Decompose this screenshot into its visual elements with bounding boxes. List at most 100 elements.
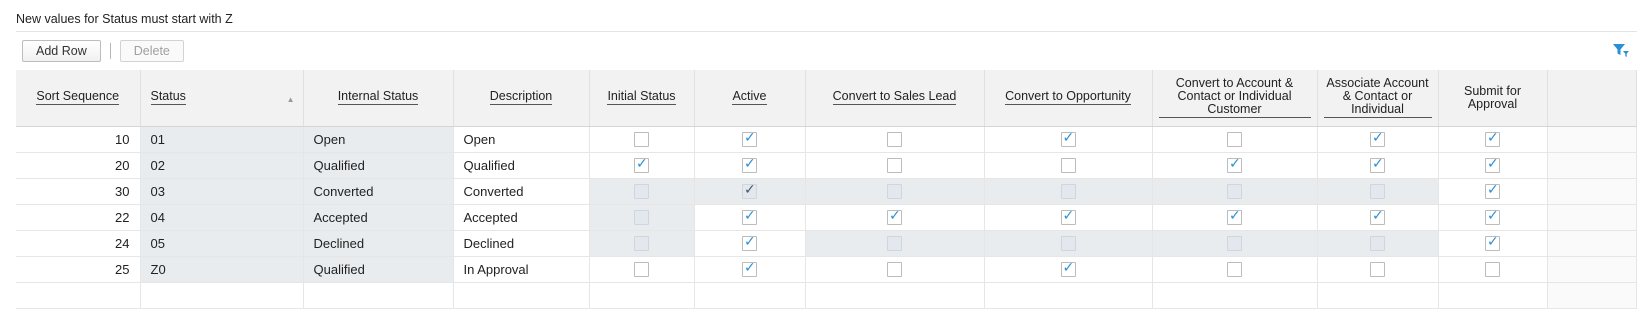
submit-for-approval-checkbox[interactable] bbox=[1485, 208, 1500, 226]
cell-description[interactable]: Declined bbox=[453, 230, 590, 257]
convert-to-account-checkbox[interactable] bbox=[1227, 132, 1242, 148]
active-checkbox[interactable] bbox=[742, 130, 757, 148]
cell-description[interactable]: In Approval bbox=[453, 256, 590, 283]
associate-account-checkbox bbox=[1370, 184, 1385, 200]
cell-description[interactable]: Converted bbox=[453, 178, 590, 205]
cell-internal-status: Qualified bbox=[303, 256, 454, 283]
convert-to-sales-lead-checkbox[interactable] bbox=[887, 158, 902, 174]
cell-convert-to-account bbox=[1152, 126, 1318, 153]
initial-status-checkbox[interactable] bbox=[634, 132, 649, 148]
associate-account-checkbox[interactable] bbox=[1370, 208, 1385, 226]
add-row-button[interactable]: Add Row bbox=[22, 40, 101, 62]
empty-cell[interactable] bbox=[1317, 282, 1439, 309]
col-header-associate-account[interactable]: Associate Account & Contact or Individua… bbox=[1317, 70, 1439, 127]
associate-account-checkbox[interactable] bbox=[1370, 130, 1385, 148]
table-row[interactable]: 24 05 Declined Declined bbox=[16, 230, 1637, 257]
cell-active bbox=[694, 178, 806, 205]
convert-to-sales-lead-checkbox[interactable] bbox=[887, 262, 902, 278]
empty-cell[interactable] bbox=[805, 282, 985, 309]
cell-sort-sequence[interactable]: 20 bbox=[16, 152, 141, 179]
cell-status: 02 bbox=[140, 152, 304, 179]
active-checkbox[interactable] bbox=[742, 234, 757, 252]
col-header-sort-sequence[interactable]: Sort Sequence bbox=[16, 70, 141, 127]
convert-to-account-checkbox[interactable] bbox=[1227, 156, 1242, 174]
table-row[interactable]: 22 04 Accepted Accepted bbox=[16, 204, 1637, 231]
empty-cell[interactable] bbox=[984, 282, 1153, 309]
col-header-active[interactable]: Active bbox=[694, 70, 806, 127]
scrollbar-gutter bbox=[1547, 178, 1637, 205]
active-checkbox[interactable] bbox=[742, 156, 757, 174]
empty-entry-row[interactable] bbox=[16, 282, 1637, 309]
empty-cell[interactable] bbox=[589, 282, 695, 309]
table-row[interactable]: 10 01 Open Open bbox=[16, 126, 1637, 153]
table-row[interactable]: 20 02 Qualified Qualified bbox=[16, 152, 1637, 179]
filter-icon[interactable] bbox=[1612, 42, 1630, 58]
col-header-initial-status[interactable]: Initial Status bbox=[589, 70, 695, 127]
cell-convert-to-opportunity bbox=[984, 152, 1153, 179]
initial-status-checkbox bbox=[634, 210, 649, 226]
submit-for-approval-checkbox[interactable] bbox=[1485, 130, 1500, 148]
col-header-description[interactable]: Description bbox=[453, 70, 590, 127]
convert-to-sales-lead-checkbox bbox=[887, 184, 902, 200]
submit-for-approval-checkbox[interactable] bbox=[1485, 234, 1500, 252]
associate-account-checkbox[interactable] bbox=[1370, 156, 1385, 174]
convert-to-opportunity-checkbox[interactable] bbox=[1060, 208, 1076, 226]
empty-cell[interactable] bbox=[453, 282, 590, 309]
cell-submit-for-approval bbox=[1438, 256, 1548, 283]
associate-account-checkbox[interactable] bbox=[1370, 262, 1385, 278]
cell-sort-sequence[interactable]: 30 bbox=[16, 178, 141, 205]
empty-cell[interactable] bbox=[16, 282, 141, 309]
cell-submit-for-approval bbox=[1438, 126, 1548, 153]
cell-sort-sequence[interactable]: 22 bbox=[16, 204, 141, 231]
col-header-internal-status[interactable]: Internal Status bbox=[303, 70, 454, 127]
col-header-submit-for-approval[interactable]: Submit for Approval bbox=[1438, 70, 1548, 127]
empty-cell[interactable] bbox=[694, 282, 806, 309]
cell-initial-status bbox=[589, 256, 695, 283]
convert-to-opportunity-checkbox[interactable] bbox=[1060, 130, 1076, 148]
empty-cell[interactable] bbox=[140, 282, 304, 309]
convert-to-opportunity-checkbox[interactable] bbox=[1060, 158, 1076, 174]
table-row[interactable]: 25 Z0 Qualified In Approval bbox=[16, 256, 1637, 283]
empty-cell[interactable] bbox=[1438, 282, 1548, 309]
cell-initial-status bbox=[589, 230, 695, 257]
cell-description[interactable]: Open bbox=[453, 126, 590, 153]
initial-status-checkbox[interactable] bbox=[634, 262, 649, 278]
delete-button[interactable]: Delete bbox=[119, 40, 184, 62]
cell-associate-account bbox=[1317, 152, 1439, 179]
convert-to-opportunity-checkbox bbox=[1060, 236, 1076, 252]
empty-cell[interactable] bbox=[1152, 282, 1318, 309]
cell-convert-to-sales-lead bbox=[805, 152, 985, 179]
cell-initial-status bbox=[589, 204, 695, 231]
cell-status: 03 bbox=[140, 178, 304, 205]
convert-to-account-checkbox[interactable] bbox=[1227, 262, 1242, 278]
divider bbox=[16, 31, 1637, 32]
col-header-convert-to-opportunity[interactable]: Convert to Opportunity bbox=[984, 70, 1153, 127]
convert-to-sales-lead-checkbox[interactable] bbox=[887, 132, 902, 148]
convert-to-account-checkbox[interactable] bbox=[1227, 208, 1242, 226]
col-header-status[interactable]: Status ▲ bbox=[140, 70, 304, 127]
cell-description[interactable]: Qualified bbox=[453, 152, 590, 179]
cell-convert-to-account bbox=[1152, 204, 1318, 231]
cell-convert-to-sales-lead bbox=[805, 230, 985, 257]
initial-status-checkbox[interactable] bbox=[634, 156, 649, 174]
convert-to-sales-lead-checkbox[interactable] bbox=[887, 208, 902, 226]
active-checkbox bbox=[742, 182, 757, 200]
active-checkbox[interactable] bbox=[742, 260, 757, 278]
cell-sort-sequence[interactable]: 25 bbox=[16, 256, 141, 283]
convert-to-opportunity-checkbox bbox=[1060, 184, 1076, 200]
cell-convert-to-sales-lead bbox=[805, 126, 985, 153]
submit-for-approval-checkbox[interactable] bbox=[1485, 262, 1500, 278]
cell-sort-sequence[interactable]: 24 bbox=[16, 230, 141, 257]
cell-description[interactable]: Accepted bbox=[453, 204, 590, 231]
empty-cell[interactable] bbox=[303, 282, 454, 309]
submit-for-approval-checkbox[interactable] bbox=[1485, 182, 1500, 200]
col-header-convert-to-sales-lead[interactable]: Convert to Sales Lead bbox=[805, 70, 985, 127]
cell-initial-status bbox=[589, 178, 695, 205]
convert-to-account-checkbox bbox=[1227, 184, 1242, 200]
col-header-convert-to-account[interactable]: Convert to Account & Contact or Individu… bbox=[1152, 70, 1318, 127]
convert-to-opportunity-checkbox[interactable] bbox=[1060, 260, 1076, 278]
submit-for-approval-checkbox[interactable] bbox=[1485, 156, 1500, 174]
active-checkbox[interactable] bbox=[742, 208, 757, 226]
cell-sort-sequence[interactable]: 10 bbox=[16, 126, 141, 153]
table-row[interactable]: 30 03 Converted Converted bbox=[16, 178, 1637, 205]
